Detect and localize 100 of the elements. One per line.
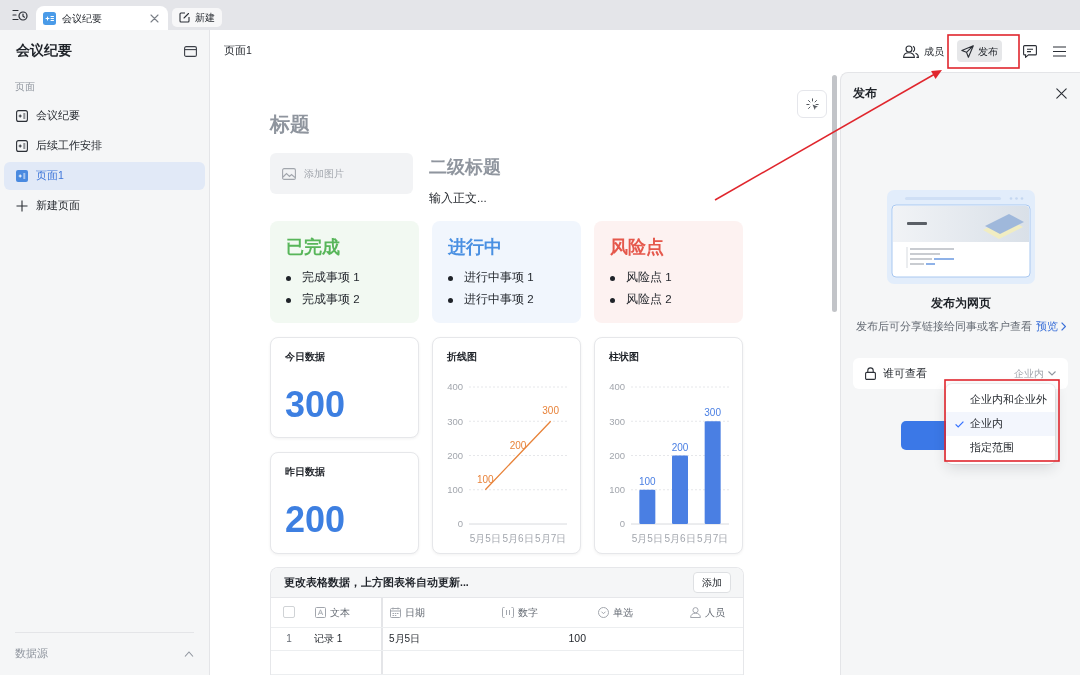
status-item: 完成事项 2 (302, 292, 360, 308)
floating-tool-button[interactable] (797, 90, 827, 118)
y-axis-label: 300 (447, 415, 463, 427)
chart-title: 柱状图 (608, 350, 640, 364)
page-item[interactable]: 页面1 (4, 162, 205, 190)
metric-value: 200 (285, 500, 347, 540)
page-icon (16, 140, 28, 152)
page-item[interactable]: 会议纪要 (4, 102, 205, 130)
comment-icon[interactable] (1023, 44, 1037, 58)
section-label: 页面 (14, 80, 36, 94)
bullet-icon (286, 275, 291, 281)
chevron-right-icon (1060, 321, 1066, 331)
y-axis-label: 200 (447, 449, 463, 461)
dropdown-option[interactable]: 企业内 (946, 412, 1055, 436)
y-axis-label: 300 (609, 415, 625, 427)
x-axis-label: 5月7日 (535, 533, 567, 544)
preview-link[interactable]: 预览 (1035, 317, 1066, 335)
document-tab[interactable]: 会议纪要 (36, 6, 168, 30)
scrollbar[interactable] (832, 75, 837, 312)
column-header[interactable]: 日期 (405, 604, 425, 620)
panel-description: 发布后可分享链接给同事或客户查看 (855, 319, 1032, 334)
visibility-label: 谁可查看 (883, 365, 927, 381)
status-item: 进行中事项 1 (464, 270, 534, 286)
bullet-icon (286, 297, 291, 303)
y-axis-label: 0 (457, 518, 463, 530)
calendar-icon (390, 606, 401, 618)
data-label: 200 (671, 441, 689, 453)
metric-label: 昨日数据 (285, 465, 326, 479)
history-icon[interactable] (12, 8, 28, 22)
menu-icon[interactable] (1053, 45, 1066, 57)
bullet-icon (610, 275, 615, 281)
edit-icon (179, 12, 190, 23)
status-item: 风险点 1 (626, 270, 672, 286)
dropdown-option[interactable]: 企业内和企业外 (946, 388, 1055, 412)
chart-title: 折线图 (446, 350, 478, 364)
data-label: 100 (639, 475, 656, 487)
status-card-title: 已完成 (286, 236, 341, 259)
data-label: 300 (704, 407, 721, 419)
y-axis-label: 400 (609, 381, 625, 393)
x-axis-label: 5月5日 (469, 533, 501, 544)
cursor-burst-icon (805, 97, 819, 111)
image-icon (282, 167, 296, 180)
x-axis-label: 5月6日 (664, 533, 696, 544)
text-field-icon (315, 606, 326, 618)
y-axis-label: 0 (619, 518, 625, 530)
column-header[interactable]: 人员 (705, 604, 725, 620)
new-button[interactable]: 新建 (172, 8, 222, 27)
table-cell-text: 5月5日 (388, 632, 422, 647)
table-cell: 记录 1 (307, 627, 383, 651)
table-caption: 更改表格数据，上方图表将自动更新... (284, 574, 469, 590)
send-icon (961, 44, 974, 58)
publish-button[interactable]: 发布 (957, 40, 1002, 62)
add-button[interactable]: 添加 (693, 571, 731, 593)
data-label: 200 (509, 439, 527, 451)
page-title: 页面1 (224, 43, 252, 59)
y-axis-label: 100 (447, 484, 463, 496)
close-icon[interactable] (1056, 87, 1067, 99)
data-source-label: 数据源 (15, 646, 48, 662)
y-axis-label: 200 (609, 449, 625, 461)
bullet-icon (448, 275, 453, 281)
bullet-icon (448, 297, 453, 303)
bullet-icon (610, 297, 615, 303)
data-label: 100 (477, 473, 494, 485)
table-cell-text: 100 (567, 631, 587, 647)
metric-value: 300 (285, 385, 347, 425)
sidebar-title: 会议纪要 (16, 41, 72, 60)
status-card-title: 风险点 (610, 236, 665, 259)
lock-icon (865, 367, 876, 380)
check-icon (955, 420, 964, 428)
y-axis-label: 400 (447, 381, 463, 393)
select-all-checkbox[interactable] (283, 606, 295, 619)
page-icon (16, 170, 28, 182)
new-page-item[interactable]: 新建页面 (4, 192, 205, 220)
status-item: 风险点 2 (626, 292, 672, 308)
column-header[interactable]: 单选 (613, 604, 633, 620)
chevron-down-icon (1048, 371, 1056, 376)
number-field-icon (502, 606, 514, 618)
document-title: 标题 (270, 112, 311, 137)
dropdown-option[interactable]: 指定范围 (946, 436, 1055, 460)
x-axis-label: 5月6日 (502, 533, 534, 544)
bar (672, 455, 688, 524)
panel-title: 发布 (853, 85, 877, 102)
plus-icon (16, 200, 28, 212)
metric-label: 今日数据 (285, 350, 326, 364)
page-icon (16, 110, 28, 122)
column-header[interactable]: 数字 (518, 604, 538, 620)
status-item: 进行中事项 2 (464, 292, 534, 308)
page-item[interactable]: 后续工作安排 (4, 132, 205, 160)
document-icon (43, 11, 56, 25)
x-axis-label: 5月7日 (697, 533, 729, 544)
data-label: 300 (542, 405, 559, 417)
status-item: 完成事项 1 (302, 270, 360, 286)
status-card-title: 进行中 (448, 236, 503, 259)
dropdown-circle-icon (598, 606, 609, 618)
panel-toggle-icon[interactable] (184, 45, 197, 57)
x-axis-label: 5月5日 (631, 533, 663, 544)
person-icon (690, 606, 701, 618)
panel-heading: 发布为网页 (929, 295, 992, 312)
column-header[interactable]: 文本 (330, 604, 350, 620)
members-button[interactable]: 成员 (903, 43, 944, 59)
